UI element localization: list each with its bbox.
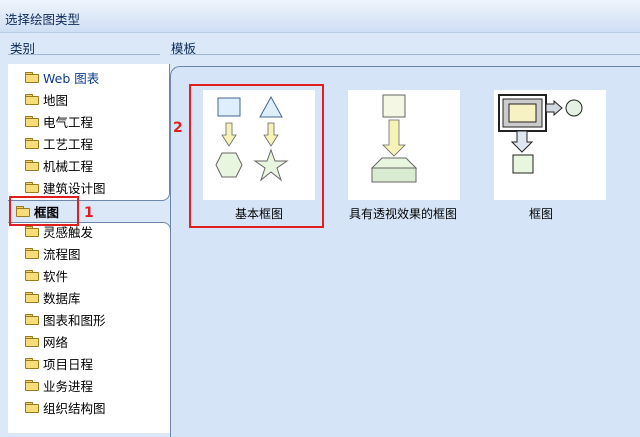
folder-icon [25, 72, 39, 83]
category-item-label: 工艺工程 [43, 136, 94, 152]
callout-number-2: 2 [173, 120, 183, 136]
category-item-label: 网络 [43, 334, 69, 350]
folder-icon [25, 182, 39, 193]
category-item-label: 组织结构图 [43, 400, 106, 416]
template-divider [170, 54, 640, 55]
folder-icon [25, 314, 39, 325]
folder-icon [25, 402, 39, 413]
category-item-label: 建筑设计图 [43, 180, 106, 196]
category-item-business-process[interactable]: 业务进程 [25, 375, 93, 395]
category-item-software[interactable]: 软件 [25, 265, 68, 285]
folder-icon [25, 270, 39, 281]
category-item-process[interactable]: 工艺工程 [25, 133, 93, 153]
folder-icon [25, 138, 39, 149]
folder-icon [25, 358, 39, 369]
category-item-maps[interactable]: 地图 [25, 89, 68, 109]
category-item-web-charts[interactable]: Web 图表 [25, 67, 99, 87]
category-item-label: 图表和图形 [43, 312, 106, 328]
template-thumbnail-block[interactable] [494, 90, 606, 200]
category-item-label: 机械工程 [43, 158, 94, 174]
category-item-architecture[interactable]: 建筑设计图 [25, 177, 106, 197]
folder-icon [25, 94, 39, 105]
category-item-network[interactable]: 网络 [25, 331, 68, 351]
category-item-database[interactable]: 数据库 [25, 287, 81, 307]
block-diagram-icon [498, 94, 583, 174]
perspective-block-diagram-icon [370, 94, 418, 183]
category-item-label: 数据库 [43, 290, 81, 306]
category-item-charts-graphs[interactable]: 图表和图形 [25, 309, 106, 329]
category-item-flowchart[interactable]: 流程图 [25, 243, 81, 263]
folder-icon [25, 380, 39, 391]
category-item-label: 业务进程 [43, 378, 94, 394]
dialog-title-bar: 选择绘图类型 [0, 0, 640, 33]
category-item-label: 项目日程 [43, 356, 94, 372]
folder-icon [25, 226, 39, 237]
dialog-title: 选择绘图类型 [5, 12, 81, 27]
callout-number-1: 1 [84, 205, 94, 221]
category-divider [8, 54, 160, 55]
folder-icon [25, 292, 39, 303]
category-item-label: Web 图表 [43, 70, 100, 86]
category-item-label: 流程图 [43, 246, 81, 262]
category-item-electrical[interactable]: 电气工程 [25, 111, 93, 131]
callout-highlight-template [189, 84, 324, 228]
category-item-label: 地图 [43, 92, 69, 108]
folder-icon [25, 160, 39, 171]
category-item-label: 软件 [43, 268, 69, 284]
category-item-label: 灵感触发 [43, 224, 94, 240]
category-item-schedule[interactable]: 项目日程 [25, 353, 93, 373]
folder-icon [25, 248, 39, 259]
folder-icon [25, 116, 39, 127]
category-item-label: 电气工程 [43, 114, 94, 130]
template-label-block[interactable]: 框图 [494, 205, 588, 222]
template-thumbnail-perspective-block[interactable] [348, 90, 460, 200]
category-item-org-chart[interactable]: 组织结构图 [25, 397, 106, 417]
category-item-mechanical[interactable]: 机械工程 [25, 155, 93, 175]
folder-icon [25, 336, 39, 347]
template-label-perspective-block[interactable]: 具有透视效果的框图 [333, 205, 473, 222]
category-item-brainstorming[interactable]: 灵感触发 [25, 221, 93, 241]
